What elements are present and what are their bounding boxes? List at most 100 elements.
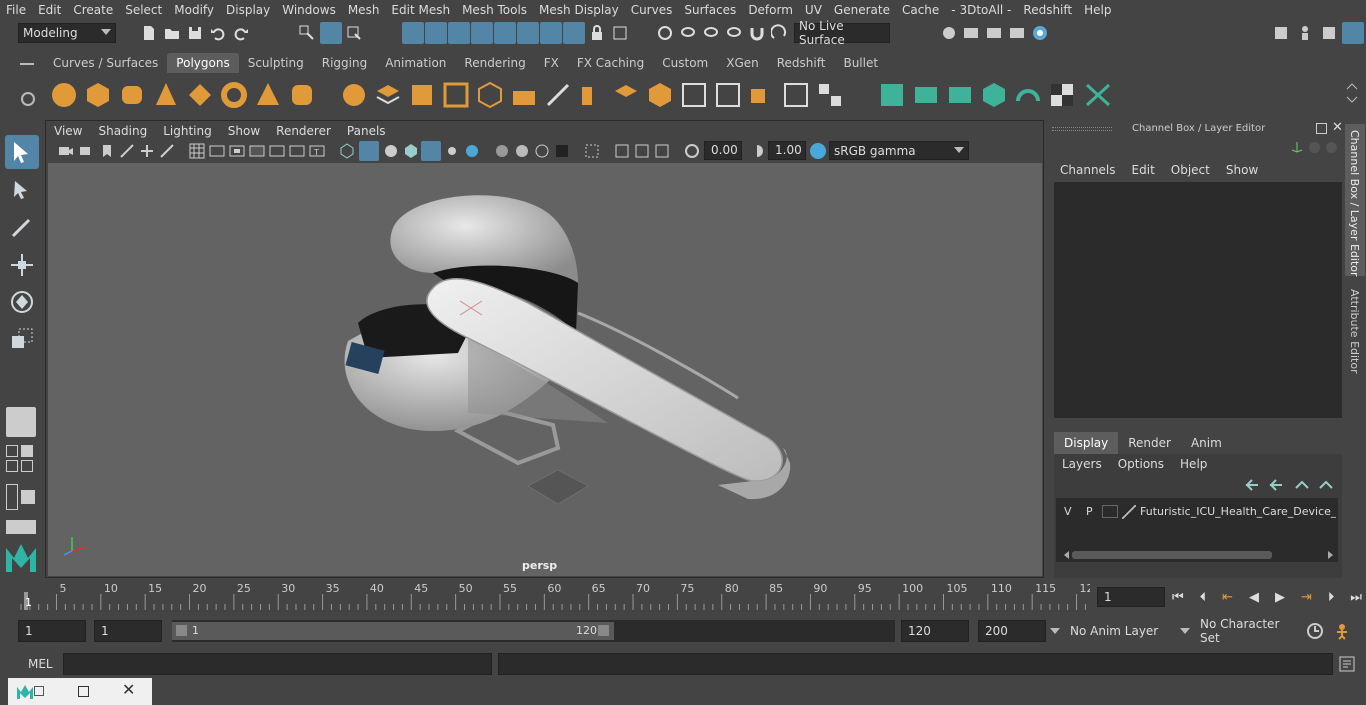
new-layer-icon[interactable] [1294,478,1310,492]
backface-culling-icon[interactable] [654,143,670,159]
animation-end-field[interactable]: 200 [978,620,1046,642]
step-forward-frame-icon[interactable]: ⏵︎ [1328,590,1335,605]
tab-rigging[interactable]: Rigging [313,53,376,73]
menu-cb-edit[interactable]: Edit [1124,160,1163,180]
layer-name[interactable]: Futuristic_ICU_Health_Care_Device_Wh [1140,505,1336,518]
tab-rendering[interactable]: Rendering [455,53,534,73]
restore-icon[interactable] [34,686,44,696]
menu-edit[interactable]: Edit [32,3,67,17]
gamma-field[interactable]: 1.00 [768,141,806,160]
textured-icon[interactable] [403,143,419,159]
combine-icon[interactable] [340,81,368,109]
menu-mesh-tools[interactable]: Mesh Tools [456,3,533,17]
vp-menu-renderer[interactable]: Renderer [268,124,339,138]
menu-curves[interactable]: Curves [625,3,679,17]
default-material-icon[interactable] [383,143,399,159]
scroll-left-icon[interactable] [1064,551,1069,559]
smooth-shade-button[interactable] [359,141,379,161]
poly-pyramid-icon[interactable] [254,81,282,109]
layer-playback-toggle[interactable]: P [1086,505,1093,518]
lasso-icon[interactable] [679,24,697,42]
color-management-icon[interactable] [809,142,827,160]
unfold-icon[interactable] [1014,81,1042,109]
go-to-end-icon[interactable]: ⏭ [1350,590,1362,605]
vp-menu-lighting[interactable]: Lighting [155,124,220,138]
target-weld-icon[interactable] [782,81,810,109]
play-backward-icon[interactable]: ◀ [1249,590,1259,605]
tab-sculpting[interactable]: Sculpting [239,53,313,73]
outliner-layout-button[interactable] [6,484,36,510]
script-editor-icon[interactable] [1338,655,1356,673]
extrude-icon[interactable] [510,81,538,109]
menu-mesh-display[interactable]: Mesh Display [533,3,625,17]
tab-redshift[interactable]: Redshift [768,53,835,73]
menu-help[interactable]: Help [1078,3,1117,17]
tab-fx-caching[interactable]: FX Caching [568,53,653,73]
shelf-scroll-icon[interactable] [1346,81,1358,111]
menu-cache[interactable]: Cache [896,3,945,17]
vp-menu-view[interactable]: View [46,124,90,138]
current-frame-field[interactable]: 1 [1097,587,1165,607]
move-layer-up-icon[interactable] [1244,478,1260,492]
character-controls-icon[interactable] [1296,24,1314,42]
bridge-icon[interactable] [544,81,572,109]
wireframe-icon[interactable] [339,143,355,159]
cylindrical-map-icon[interactable] [946,81,974,109]
film-gate-icon[interactable] [209,143,225,159]
redshift-render-icon[interactable] [1031,24,1049,42]
2d-pan-zoom-icon[interactable] [139,143,155,159]
menu-surfaces[interactable]: Surfaces [678,3,742,17]
lock-icon[interactable] [588,24,606,42]
step-back-key-icon[interactable]: ⇤ [1222,590,1233,605]
grease-pencil-icon[interactable] [159,143,175,159]
gamma-icon[interactable] [749,143,765,159]
render-settings-icon[interactable] [940,24,958,42]
layer-type-toggle[interactable] [1102,505,1118,518]
gate-mask-icon[interactable] [249,143,265,159]
menu-object[interactable]: Object [1163,160,1218,180]
colorspace-dropdown[interactable]: sRGB gamma [829,141,969,160]
xray-joints-icon[interactable] [614,143,630,159]
snap-point-button[interactable] [448,22,470,44]
menu-edit-mesh[interactable]: Edit Mesh [385,3,456,17]
collapse-icon[interactable] [816,81,844,109]
menu-deform[interactable]: Deform [742,3,799,17]
tab-render[interactable]: Render [1118,432,1181,454]
tab-anim[interactable]: Anim [1181,432,1232,454]
scale-tool-icon[interactable] [9,326,35,352]
screen-space-ao-icon[interactable] [494,143,510,159]
resolution-gate-icon[interactable] [229,143,245,159]
character-set-dropdown[interactable]: No Character Set [1196,617,1296,645]
auto-map-icon[interactable] [980,81,1008,109]
mirror-icon[interactable] [476,81,504,109]
menu-mesh[interactable]: Mesh [342,3,386,17]
vp-menu-shading[interactable]: Shading [90,124,155,138]
step-forward-key-icon[interactable]: ⇥ [1301,590,1312,605]
planar-map-icon[interactable] [912,81,940,109]
motion-blur-icon[interactable] [514,143,530,159]
time-slider-track[interactable]: 5 10 15 20 25 30 35 40 45 50 55 60 65 70 75 80 85 90 95 100… [18,580,1094,614]
graph-layout-button[interactable] [6,520,36,534]
menu-generate[interactable]: Generate [828,3,896,17]
chevron-down-icon[interactable] [1180,628,1190,634]
render-frame-icon[interactable] [962,24,980,42]
offset-edge-icon[interactable] [748,81,776,109]
move-tool-icon[interactable] [9,252,35,278]
camera-select-icon[interactable] [58,143,74,159]
menu-modify[interactable]: Modify [168,3,220,17]
layer-scrollbar[interactable] [1058,550,1338,560]
insert-edge-loop-icon[interactable] [714,81,742,109]
hypershade-icon[interactable] [1008,24,1026,42]
xray-button[interactable] [421,141,441,161]
help-snap-button[interactable] [563,22,585,44]
snap-history-button[interactable] [540,22,562,44]
select-tool-button[interactable] [5,135,39,169]
gear-icon[interactable] [21,92,35,106]
menu-select[interactable]: Select [119,3,168,17]
modeling-toolkit-icon[interactable] [1272,24,1290,42]
construction-history-icon[interactable] [656,24,674,42]
tab-polygons[interactable]: Polygons [167,53,239,73]
close-icon[interactable]: ✕ [122,680,135,699]
bookmark-icon[interactable] [99,143,115,159]
multi-cut-icon[interactable] [680,81,708,109]
